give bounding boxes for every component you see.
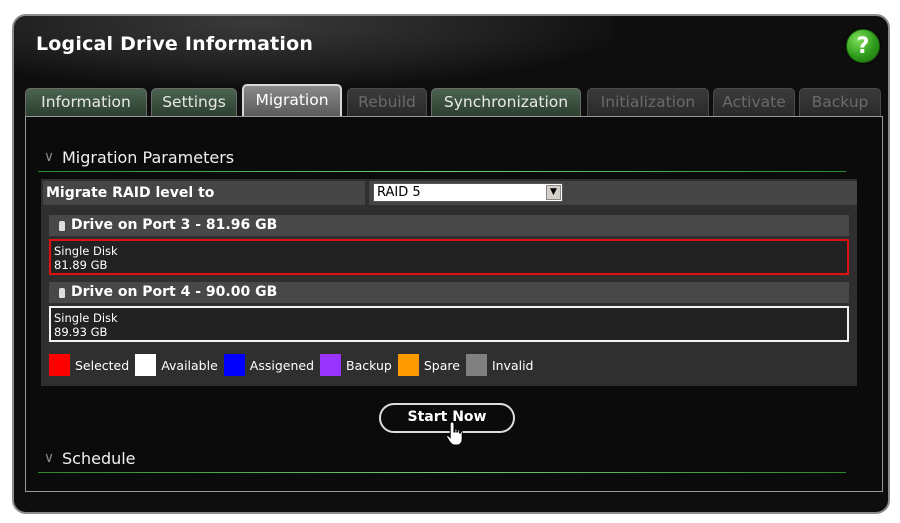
legend-label-available: Available (161, 357, 218, 373)
legend-label-backup: Backup (346, 357, 392, 373)
disk-type: Single Disk (54, 244, 118, 258)
tab-settings[interactable]: Settings (151, 88, 237, 116)
tab-bar: Information Settings Migration Rebuild S… (25, 84, 888, 116)
legend-swatch-selected (49, 354, 70, 376)
raid-level-select[interactable]: RAID 5 ▼ (373, 183, 563, 202)
status-legend: Selected Available Assigened Backup Spar… (49, 354, 539, 376)
drive-port4-disk[interactable]: Single Disk 89.93 GB (49, 306, 849, 342)
legend-label-invalid: Invalid (491, 357, 534, 373)
chevron-down-icon: ∨ (43, 450, 55, 466)
schedule-header[interactable]: ∨ Schedule (42, 447, 136, 469)
dropdown-arrow-icon[interactable]: ▼ (546, 185, 561, 200)
chevron-down-icon: ∨ (43, 149, 55, 165)
drive-icon (59, 220, 65, 231)
tab-activate: Activate (713, 88, 795, 116)
migration-parameters-box: Migrate RAID level to RAID 5 ▼ Drive on … (41, 179, 857, 386)
migration-panel: ∨ Migration Parameters Migrate RAID leve… (25, 116, 883, 492)
hand-cursor-icon (446, 421, 463, 446)
tab-initialization: Initialization (587, 88, 709, 116)
tab-rebuild: Rebuild (347, 88, 427, 116)
disk-type: Single Disk (54, 311, 118, 325)
legend-swatch-spare (397, 354, 419, 376)
migration-parameters-header[interactable]: ∨ Migration Parameters (42, 146, 234, 168)
legend-swatch-backup (320, 354, 342, 376)
tab-backup: Backup (799, 88, 881, 116)
raid-level-row: Migrate RAID level to RAID 5 ▼ (43, 181, 857, 205)
legend-swatch-assigned (223, 354, 245, 376)
raid-level-value: RAID 5 (377, 185, 421, 200)
drive-port4-title: Drive on Port 4 - 90.00 GB (71, 284, 278, 300)
legend-label-assigned: Assigened (249, 357, 315, 373)
drive-port3-header: Drive on Port 3 - 81.96 GB (49, 215, 849, 236)
section-divider (38, 171, 846, 172)
legend-label-selected: Selected (75, 357, 130, 373)
drive-icon (59, 287, 65, 298)
legend-swatch-available (135, 354, 157, 376)
tab-synchronization[interactable]: Synchronization (431, 88, 581, 116)
disk-size: 89.93 GB (54, 325, 108, 339)
window-title: Logical Drive Information (36, 33, 314, 55)
drive-port4-header: Drive on Port 4 - 90.00 GB (49, 282, 849, 303)
migration-parameters-title: Migration Parameters (62, 147, 235, 167)
raid-level-label: Migrate RAID level to (43, 181, 365, 205)
help-icon: ? (856, 33, 870, 59)
logical-drive-window: Logical Drive Information ? Information … (12, 14, 890, 514)
help-button[interactable]: ? (846, 29, 880, 63)
schedule-title: Schedule (62, 448, 136, 468)
legend-label-spare: Spare (423, 357, 460, 373)
section-divider (38, 472, 846, 473)
disk-size: 81.89 GB (54, 258, 108, 272)
legend-swatch-invalid (465, 354, 487, 376)
drive-port3-title: Drive on Port 3 - 81.96 GB (71, 217, 278, 233)
tab-migration[interactable]: Migration (242, 84, 342, 116)
tab-information[interactable]: Information (25, 88, 147, 116)
drive-port3-disk[interactable]: Single Disk 81.89 GB (49, 239, 849, 275)
